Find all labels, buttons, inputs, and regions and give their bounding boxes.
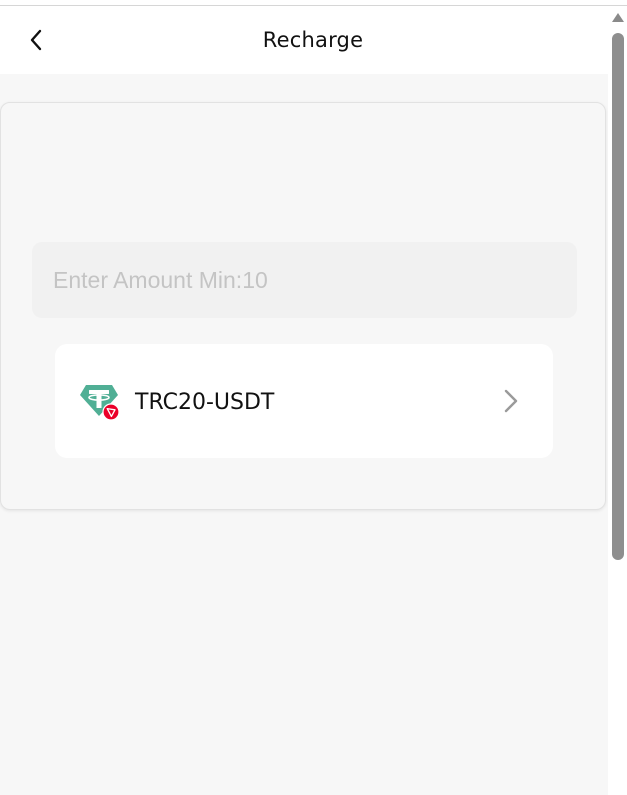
amount-input[interactable] <box>32 242 577 318</box>
app-header: Recharge <box>0 6 608 74</box>
scroll-up-arrow-icon[interactable] <box>612 13 624 22</box>
usdt-trc20-icon <box>80 385 120 421</box>
page-title: Recharge <box>262 28 364 52</box>
network-selector[interactable]: TRC20-USDT <box>55 344 553 458</box>
chevron-right-icon <box>504 389 518 413</box>
scroll-thumb[interactable] <box>612 33 624 560</box>
network-label: TRC20-USDT <box>135 390 275 415</box>
recharge-card: TRC20-USDT <box>0 102 606 510</box>
